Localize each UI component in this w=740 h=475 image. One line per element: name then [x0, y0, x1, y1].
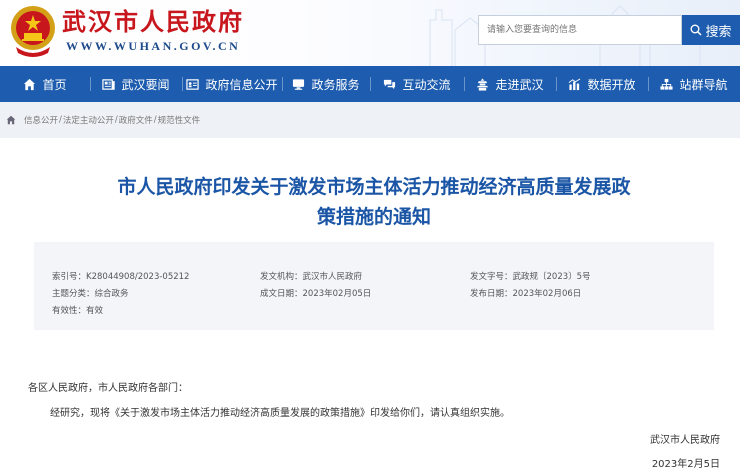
- letter-body: 经研究，现将《关于激发市场主体活力推动经济高质量发展的政策措施》印发给你们，请认…: [50, 408, 510, 419]
- meta-agency-value: 武汉市人民政府: [302, 272, 363, 282]
- nav-item-home[interactable]: 首页: [0, 66, 90, 102]
- nav-label: 站群导航: [679, 77, 728, 92]
- meta-published-label: 发布日期：: [470, 289, 513, 299]
- document-content: 市人民政府印发关于激发市场主体活力推动经济高质量发展政 策措施的通知 索引号：K…: [8, 138, 740, 475]
- breadcrumb-separator: /: [153, 115, 157, 125]
- breadcrumb: 信息公开 / 法定主动公开 / 政府文件 / 规范性文件: [0, 102, 740, 138]
- document-meta-panel: 索引号：K28044908/2023-05212 发文机构：武汉市人民政府 发文…: [34, 242, 714, 330]
- search-button-label: 搜索: [705, 24, 732, 40]
- nav-item-about-wuhan[interactable]: 走进武汉: [464, 66, 556, 102]
- breadcrumb-normative-docs[interactable]: 规范性文件: [158, 114, 201, 126]
- nav-label: 政府信息公开: [205, 77, 278, 92]
- breadcrumb-legal-public[interactable]: 法定主动公开: [63, 114, 114, 126]
- meta-validity-value: 有效: [86, 306, 104, 316]
- meta-doc-no: 发文字号：武政规〔2023〕5号: [470, 270, 591, 282]
- meta-index-value: K28044908/2023-05212: [86, 272, 190, 282]
- chat-icon: [384, 79, 396, 89]
- search-button[interactable]: 搜索: [682, 15, 740, 45]
- home-icon: [24, 78, 36, 90]
- letter-date: 2023年2月5日: [651, 459, 720, 470]
- nav-label: 武汉要闻: [121, 77, 170, 92]
- site-url: WWW.WUHAN.GOV.CN: [66, 39, 241, 53]
- breadcrumb-separator: /: [59, 115, 62, 125]
- landmark-icon: [477, 77, 489, 91]
- meta-created-label: 成文日期：: [260, 289, 303, 299]
- nav-label: 首页: [42, 77, 67, 92]
- breadcrumb-gov-docs[interactable]: 政府文件: [119, 114, 153, 126]
- meta-category-value: 综合政务: [94, 289, 129, 299]
- document-title-line-1: 市人民政府印发关于激发市场主体活力推动经济高质量发展政: [117, 176, 631, 198]
- document-title: 市人民政府印发关于激发市场主体活力推动经济高质量发展政 策措施的通知: [8, 172, 740, 232]
- meta-agency: 发文机构：武汉市人民政府: [260, 270, 362, 282]
- meta-validity-label: 有效性：: [52, 306, 87, 316]
- nav-item-wuhan-news[interactable]: 武汉要闻: [90, 66, 182, 102]
- site-title[interactable]: 武汉市人民政府: [62, 8, 244, 36]
- meta-category: 主题分类：综合政务: [52, 287, 129, 299]
- meta-agency-label: 发文机构：: [260, 272, 303, 282]
- meta-doc-no-value: 武政规〔2023〕5号: [512, 272, 591, 282]
- nav-label: 互动交流: [402, 77, 451, 92]
- meta-category-label: 主题分类：: [52, 289, 95, 299]
- meta-published-value: 2023年02月06日: [512, 289, 582, 299]
- nav-label: 数据开放: [587, 77, 636, 92]
- nav-item-interaction[interactable]: 互动交流: [370, 66, 464, 102]
- nav-item-open-data[interactable]: 数据开放: [556, 66, 648, 102]
- nav-item-gov-info[interactable]: 政府信息公开: [182, 66, 282, 102]
- sitemap-icon: [660, 78, 674, 90]
- meta-created-value: 2023年02月05日: [302, 289, 372, 299]
- meta-published: 发布日期：2023年02月06日: [470, 287, 581, 299]
- main-nav: 首页 武汉要闻 政府信息公开 政务服务 互动交流 走进武汉 数据开放 站群导航: [0, 66, 740, 102]
- search-input[interactable]: [478, 15, 682, 45]
- nav-label: 政务服务: [311, 77, 360, 92]
- document-title-line-2: 策措施的通知: [316, 206, 431, 228]
- meta-created: 成文日期：2023年02月05日: [260, 287, 371, 299]
- newspaper-icon: [102, 78, 116, 90]
- info-card-icon: [186, 78, 200, 90]
- letter-salutation: 各区人民政府，市人民政府各部门：: [28, 383, 188, 394]
- meta-index: 索引号：K28044908/2023-05212: [52, 270, 189, 282]
- bar-chart-icon: [569, 78, 581, 90]
- nav-item-site-nav[interactable]: 站群导航: [648, 66, 740, 102]
- national-emblem-icon: [11, 6, 55, 57]
- nav-item-gov-services[interactable]: 政务服务: [282, 66, 370, 102]
- nav-label: 走进武汉: [495, 77, 544, 92]
- meta-validity: 有效性：有效: [52, 304, 103, 316]
- meta-index-label: 索引号：: [52, 272, 87, 282]
- monitor-icon: [293, 78, 305, 90]
- site-header: 武汉市人民政府 WWW.WUHAN.GOV.CN 搜索: [0, 0, 740, 66]
- home-icon: [6, 115, 16, 125]
- breadcrumb-info-public[interactable]: 信息公开: [24, 114, 58, 126]
- meta-doc-no-label: 发文字号：: [470, 272, 513, 282]
- breadcrumb-separator: /: [114, 115, 118, 125]
- letter-signature: 武汉市人民政府: [650, 435, 720, 446]
- search-icon: [690, 24, 703, 36]
